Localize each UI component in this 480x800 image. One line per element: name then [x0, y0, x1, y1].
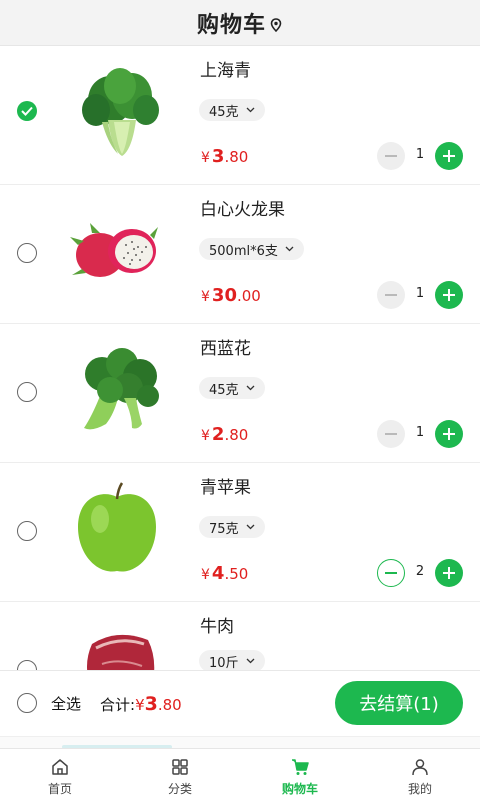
checkout-bar: 全选 合计:¥3.80 去结算(1) [0, 670, 480, 736]
decrease-button[interactable] [377, 559, 405, 587]
tab-label: 我的 [407, 782, 432, 796]
spec-value: 500ml*6支 [209, 243, 278, 259]
product-name[interactable]: 西蓝花 [200, 334, 251, 359]
decrease-button[interactable] [377, 281, 405, 309]
select-all-checkbox[interactable] [17, 693, 37, 713]
increase-button[interactable] [435, 142, 463, 170]
tab-home[interactable]: 首页 [0, 749, 120, 800]
item-checkbox[interactable] [17, 243, 37, 263]
increase-button[interactable] [435, 281, 463, 309]
product-price: ¥4.50 [201, 563, 249, 584]
dragon-fruit-image [70, 223, 158, 277]
spec-value: 45克 [209, 104, 239, 120]
chevron-down-icon [246, 658, 255, 664]
user-icon [412, 759, 428, 776]
spec-selector[interactable]: 45克 [199, 99, 265, 121]
tab-profile[interactable]: 我的 [360, 749, 480, 800]
quantity-value: 2 [415, 564, 425, 579]
quantity-value: 1 [415, 425, 425, 440]
chevron-down-icon [246, 385, 255, 391]
spec-value: 10斤 [209, 655, 239, 671]
category-grid-icon [172, 759, 188, 775]
green-apple-image [78, 482, 156, 572]
cart-item: 上海青 45克 ¥3.80 1 [0, 46, 480, 185]
spec-selector[interactable]: 75克 [199, 516, 265, 538]
product-price: ¥2.80 [201, 424, 249, 445]
quantity-stepper: 1 [377, 281, 463, 309]
chevron-down-icon [246, 107, 255, 113]
select-all-label[interactable]: 全选 [51, 693, 81, 714]
list-bottom-strip [0, 736, 480, 749]
bok-choy-image [82, 68, 159, 156]
spec-value: 75克 [209, 521, 239, 537]
product-name[interactable]: 牛肉 [200, 612, 234, 637]
chevron-down-icon [285, 246, 294, 252]
cart-item: 西蓝花 45克 ¥2.80 1 [0, 324, 480, 463]
product-price: ¥3.80 [201, 146, 249, 167]
cart-item: 牛肉 10斤 [0, 602, 480, 670]
product-name[interactable]: 白心火龙果 [200, 195, 285, 220]
tab-label: 购物车 [281, 782, 318, 796]
increase-button[interactable] [435, 559, 463, 587]
item-checkbox-checked[interactable] [17, 101, 37, 121]
chevron-down-icon [246, 524, 255, 530]
broccoli-image [84, 348, 159, 430]
product-name[interactable]: 上海青 [200, 56, 251, 81]
tab-category[interactable]: 分类 [120, 749, 240, 800]
quantity-stepper: 1 [377, 420, 463, 448]
bottom-tab-bar: 首页 分类 购物车 我的 [0, 748, 480, 800]
location-pin-icon[interactable] [269, 17, 283, 32]
total-amount: 合计:¥3.80 [100, 693, 182, 715]
cart-icon [292, 759, 309, 775]
quantity-value: 1 [415, 286, 425, 301]
item-checkbox[interactable] [17, 660, 37, 670]
spec-selector[interactable]: 500ml*6支 [199, 238, 304, 260]
cart-item: 白心火龙果 500ml*6支 ¥30.00 1 [0, 185, 480, 324]
decrease-button[interactable] [377, 142, 405, 170]
increase-button[interactable] [435, 420, 463, 448]
item-checkbox[interactable] [17, 382, 37, 402]
decrease-button[interactable] [377, 420, 405, 448]
page-title: 购物车 [196, 12, 266, 38]
quantity-value: 1 [415, 147, 425, 162]
cart-item: 青苹果 75克 ¥4.50 2 [0, 463, 480, 602]
tab-cart[interactable]: 购物车 [240, 749, 360, 800]
spec-value: 45克 [209, 382, 239, 398]
item-checkbox[interactable] [17, 521, 37, 541]
quantity-stepper: 2 [377, 559, 463, 587]
spec-selector[interactable]: 10斤 [199, 650, 265, 670]
product-price: ¥30.00 [201, 285, 261, 306]
tab-label: 分类 [167, 782, 192, 796]
home-icon [52, 759, 68, 775]
product-name[interactable]: 青苹果 [200, 473, 251, 498]
tab-label: 首页 [47, 782, 72, 796]
checkout-button[interactable]: 去结算(1) [335, 681, 463, 725]
quantity-stepper: 1 [377, 142, 463, 170]
cart-list[interactable]: 上海青 45克 ¥3.80 1 白心火龙果 500ml*6支 ¥ 30.00 1… [0, 46, 480, 670]
beef-image [87, 634, 155, 670]
top-header: 购物车 [0, 0, 480, 46]
spec-selector[interactable]: 45克 [199, 377, 265, 399]
